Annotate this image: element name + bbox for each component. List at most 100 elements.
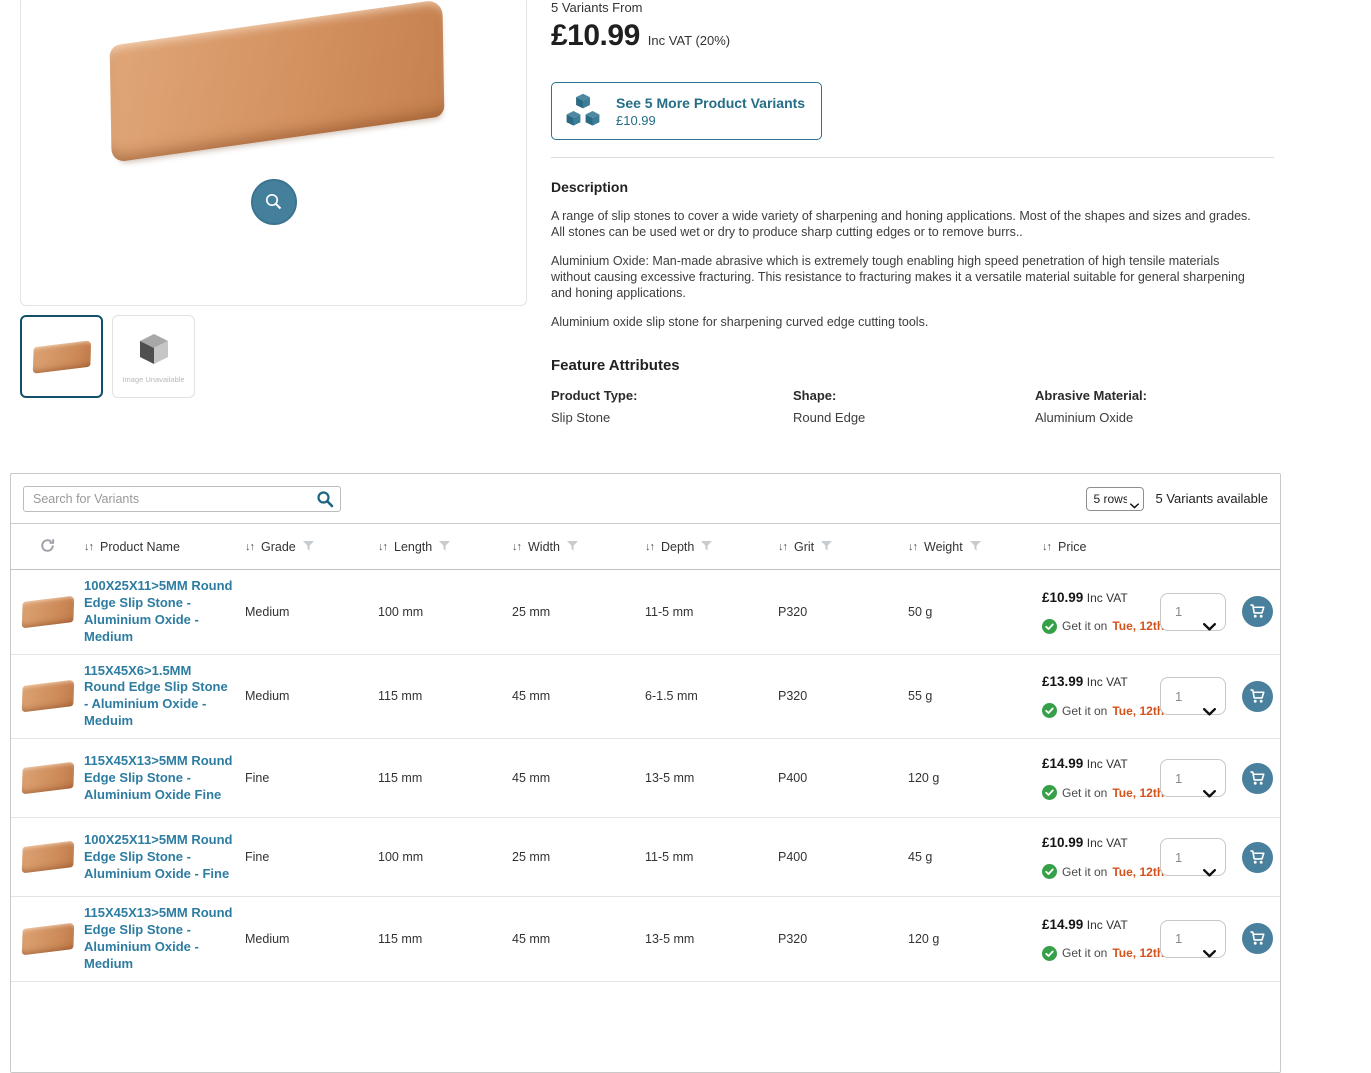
variant-grade: Fine	[245, 850, 378, 864]
variant-length: 115 mm	[378, 689, 512, 703]
variant-thumbnail	[21, 841, 74, 874]
product-gallery: Image Unavailable	[20, 0, 527, 425]
variant-length: 100 mm	[378, 850, 512, 864]
feature-attribute-value: Round Edge	[793, 410, 1035, 425]
description-paragraph: Aluminium oxide slip stone for sharpenin…	[551, 314, 1251, 330]
column-header-price[interactable]: ↓↑ Price	[1042, 540, 1160, 554]
variants-table-header: ↓↑ Product Name ↓↑ Grade ↓↑ Length ↓↑ Wi…	[11, 523, 1280, 570]
variants-table-panel: 5 rows 5 Variants available ↓↑ Product N…	[10, 473, 1281, 1073]
variant-grit: P400	[778, 850, 908, 864]
quantity-select[interactable]: 1	[1160, 593, 1226, 631]
variant-name-link[interactable]: 100X25X11>5MM Round Edge Slip Stone - Al…	[84, 570, 245, 654]
variant-grade: Medium	[245, 689, 378, 703]
feature-attribute: Product Type: Slip Stone	[551, 388, 793, 425]
sort-icon[interactable]: ↓↑	[645, 541, 654, 553]
variant-weight: 45 g	[908, 850, 1042, 864]
variant-price: £13.99	[1042, 674, 1083, 689]
cart-icon	[1249, 688, 1266, 705]
cart-icon	[1249, 603, 1266, 620]
quantity-select[interactable]: 1	[1160, 759, 1226, 797]
check-circle-icon	[1042, 619, 1057, 634]
add-to-cart-button[interactable]	[1242, 596, 1273, 627]
add-to-cart-button[interactable]	[1242, 763, 1273, 794]
thumbnail-product[interactable]	[20, 315, 103, 398]
see-more-variants-label: See 5 More Product Variants	[616, 95, 805, 111]
add-to-cart-button[interactable]	[1242, 681, 1273, 712]
see-more-variants-price: £10.99	[616, 113, 805, 128]
thumbnail-unavailable[interactable]: Image Unavailable	[112, 315, 195, 398]
column-header-depth[interactable]: ↓↑ Depth	[645, 540, 778, 554]
variant-width: 45 mm	[512, 932, 645, 946]
variant-weight: 50 g	[908, 605, 1042, 619]
sort-icon[interactable]: ↓↑	[512, 541, 521, 553]
description-heading: Description	[551, 179, 1274, 195]
sort-icon[interactable]: ↓↑	[778, 541, 787, 553]
check-circle-icon	[1042, 703, 1057, 718]
thumbnail-strip: Image Unavailable	[20, 315, 527, 398]
variant-depth: 11-5 mm	[645, 850, 778, 864]
variant-name-link[interactable]: 115X45X6>1.5MM Round Edge Slip Stone - A…	[84, 655, 245, 739]
variant-name-link[interactable]: 100X25X11>5MM Round Edge Slip Stone - Al…	[84, 824, 245, 891]
rows-per-page-select[interactable]: 5 rows	[1086, 487, 1144, 511]
add-to-cart-button[interactable]	[1242, 842, 1273, 873]
column-header-grit[interactable]: ↓↑ Grit	[778, 540, 908, 554]
product-overview-section: Image Unavailable 5 Variants From £10.99…	[0, 0, 1371, 425]
variant-thumbnail	[21, 762, 74, 795]
sort-icon[interactable]: ↓↑	[378, 541, 387, 553]
table-row: 115X45X13>5MM Round Edge Slip Stone - Al…	[11, 897, 1280, 982]
variant-weight: 55 g	[908, 689, 1042, 703]
sort-icon[interactable]: ↓↑	[1042, 541, 1051, 553]
filter-icon[interactable]	[701, 540, 712, 554]
column-header-grade[interactable]: ↓↑ Grade	[245, 540, 378, 554]
section-divider	[551, 157, 1274, 158]
filter-icon[interactable]	[439, 540, 450, 554]
cube-icon	[134, 330, 174, 370]
add-to-cart-button[interactable]	[1242, 923, 1273, 954]
image-zoom-button[interactable]	[251, 179, 297, 225]
cubes-icon	[564, 92, 602, 130]
column-header-weight[interactable]: ↓↑ Weight	[908, 540, 1042, 554]
column-header-width[interactable]: ↓↑ Width	[512, 540, 645, 554]
variant-price-vat-label: Inc VAT	[1087, 918, 1128, 932]
table-row: 115X45X13>5MM Round Edge Slip Stone - Al…	[11, 739, 1280, 818]
quantity-select[interactable]: 1	[1160, 677, 1226, 715]
column-header-product-name[interactable]: ↓↑ Product Name	[84, 540, 245, 554]
cart-icon	[1249, 930, 1266, 947]
variant-price: £10.99	[1042, 835, 1083, 850]
sort-icon[interactable]: ↓↑	[908, 541, 917, 553]
variant-name-link[interactable]: 115X45X13>5MM Round Edge Slip Stone - Al…	[84, 745, 245, 812]
slip-stone-image	[110, 0, 445, 163]
refresh-icon[interactable]	[37, 535, 58, 559]
quantity-select[interactable]: 1	[1160, 920, 1226, 958]
variant-width: 25 mm	[512, 605, 645, 619]
variant-length: 115 mm	[378, 771, 512, 785]
filter-icon[interactable]	[567, 540, 578, 554]
filter-icon[interactable]	[303, 540, 314, 554]
feature-attribute-value: Aluminium Oxide	[1035, 410, 1147, 425]
delivery-prefix: Get it on	[1062, 865, 1107, 879]
delivery-prefix: Get it on	[1062, 619, 1107, 633]
variant-grit: P320	[778, 605, 908, 619]
variant-width: 25 mm	[512, 850, 645, 864]
main-product-image	[20, 0, 527, 306]
quantity-select[interactable]: 1	[1160, 838, 1226, 876]
column-header-length[interactable]: ↓↑ Length	[378, 540, 512, 554]
variants-available-label: 5 Variants available	[1156, 491, 1269, 506]
variant-price-vat-label: Inc VAT	[1087, 675, 1128, 689]
table-row: 100X25X11>5MM Round Edge Slip Stone - Al…	[11, 570, 1280, 655]
filter-icon[interactable]	[970, 540, 981, 554]
sort-icon[interactable]: ↓↑	[84, 541, 93, 553]
sort-icon[interactable]: ↓↑	[245, 541, 254, 553]
feature-attribute: Abrasive Material: Aluminium Oxide	[1035, 388, 1147, 425]
variant-grade: Fine	[245, 771, 378, 785]
see-more-variants-button[interactable]: See 5 More Product Variants £10.99	[551, 82, 822, 140]
filter-icon[interactable]	[821, 540, 832, 554]
check-circle-icon	[1042, 946, 1057, 961]
vat-label: Inc VAT (20%)	[648, 33, 730, 48]
feature-attributes-heading: Feature Attributes	[551, 357, 1274, 374]
search-icon[interactable]	[316, 490, 334, 513]
variant-price: £14.99	[1042, 917, 1083, 932]
variant-search-input[interactable]	[23, 486, 341, 512]
variant-name-link[interactable]: 115X45X13>5MM Round Edge Slip Stone - Al…	[84, 897, 245, 981]
table-row: 115X45X6>1.5MM Round Edge Slip Stone - A…	[11, 655, 1280, 740]
